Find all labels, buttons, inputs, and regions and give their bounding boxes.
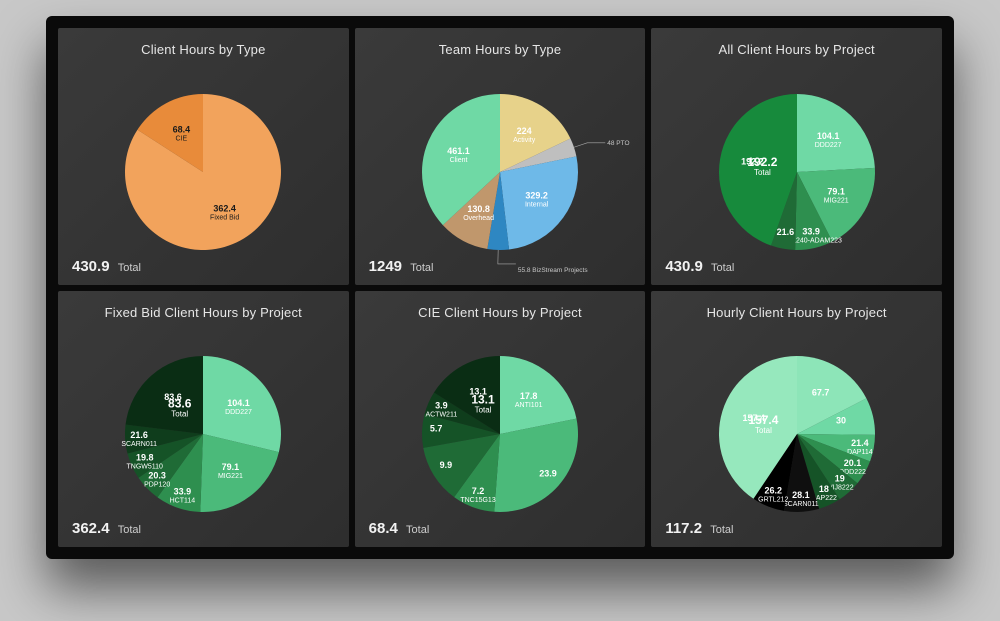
- panel-total: 362.4 Total: [72, 520, 141, 537]
- panel-hourly-client-hours-by-project: Hourly Client Hours by Project 67.73021.…: [651, 291, 942, 548]
- pie-slice[interactable]: [126, 356, 203, 434]
- panel-total: 68.4 Total: [369, 520, 430, 537]
- panel-client-hours-by-type: Client Hours by Type 362.4Fixed Bid68.4C…: [58, 28, 349, 285]
- panel-title: Client Hours by Type: [141, 42, 265, 57]
- pie-chart[interactable]: 17.8ANTI10123.97.2TNC15G139.95.73.9ACTW2…: [355, 326, 646, 548]
- panel-title: All Client Hours by Project: [718, 42, 874, 57]
- pie-slice[interactable]: [494, 419, 578, 512]
- pie-svg: 67.73021.4DAP11420.1DDD22219WIJ822218DAP…: [687, 346, 907, 526]
- panel-total: 430.9 Total: [72, 258, 141, 275]
- dashboard-screen: Client Hours by Type 362.4Fixed Bid68.4C…: [46, 16, 954, 559]
- panel-total: 430.9 Total: [665, 258, 734, 275]
- panel-team-hours-by-type: Team Hours by Type 224Activity48 PTO329.…: [355, 28, 646, 285]
- panel-cie-client-hours-by-project: CIE Client Hours by Project 17.8ANTI1012…: [355, 291, 646, 548]
- pie-svg: 17.8ANTI10123.97.2TNC15G139.95.73.9ACTW2…: [390, 346, 610, 526]
- svg-text:55.8 BizStream Projects: 55.8 BizStream Projects: [518, 267, 588, 274]
- pie-chart[interactable]: 362.4Fixed Bid68.4CIE: [58, 63, 349, 285]
- svg-text:83.6Total: 83.6Total: [168, 397, 192, 419]
- pie-chart[interactable]: 104.1DDD22779.1MIG22133.9ISCL240-ADAM223…: [651, 63, 942, 285]
- pie-chart[interactable]: 67.73021.4DAP11420.1DDD22219WIJ822218DAP…: [651, 326, 942, 548]
- svg-text:48 PTO: 48 PTO: [607, 140, 629, 147]
- pie-svg: 224Activity48 PTO329.2Internal55.8 BizSt…: [390, 84, 610, 264]
- pie-slice[interactable]: [797, 94, 875, 172]
- pie-slice[interactable]: [500, 156, 578, 249]
- svg-text:13.1Total: 13.1Total: [471, 393, 495, 415]
- panel-title: Fixed Bid Client Hours by Project: [105, 305, 302, 320]
- panel-title: Team Hours by Type: [439, 42, 562, 57]
- panel-title: Hourly Client Hours by Project: [707, 305, 887, 320]
- pie-svg: 104.1DDD22779.1MIG22133.9HCT11420.3PDP12…: [93, 346, 313, 526]
- panel-all-client-hours-by-project: All Client Hours by Project 104.1DDD2277…: [651, 28, 942, 285]
- pie-chart[interactable]: 104.1DDD22779.1MIG22133.9HCT11420.3PDP12…: [58, 326, 349, 548]
- pie-svg: 104.1DDD22779.1MIG22133.9ISCL240-ADAM223…: [687, 84, 907, 264]
- panel-fixed-bid-client-hours-by-project: Fixed Bid Client Hours by Project 104.1D…: [58, 291, 349, 548]
- panel-total: 1249 Total: [369, 258, 434, 275]
- panel-total: 117.2 Total: [665, 520, 733, 537]
- panel-title: CIE Client Hours by Project: [418, 305, 582, 320]
- pie-chart[interactable]: 224Activity48 PTO329.2Internal55.8 BizSt…: [355, 63, 646, 285]
- pie-svg: 362.4Fixed Bid68.4CIE: [93, 84, 313, 264]
